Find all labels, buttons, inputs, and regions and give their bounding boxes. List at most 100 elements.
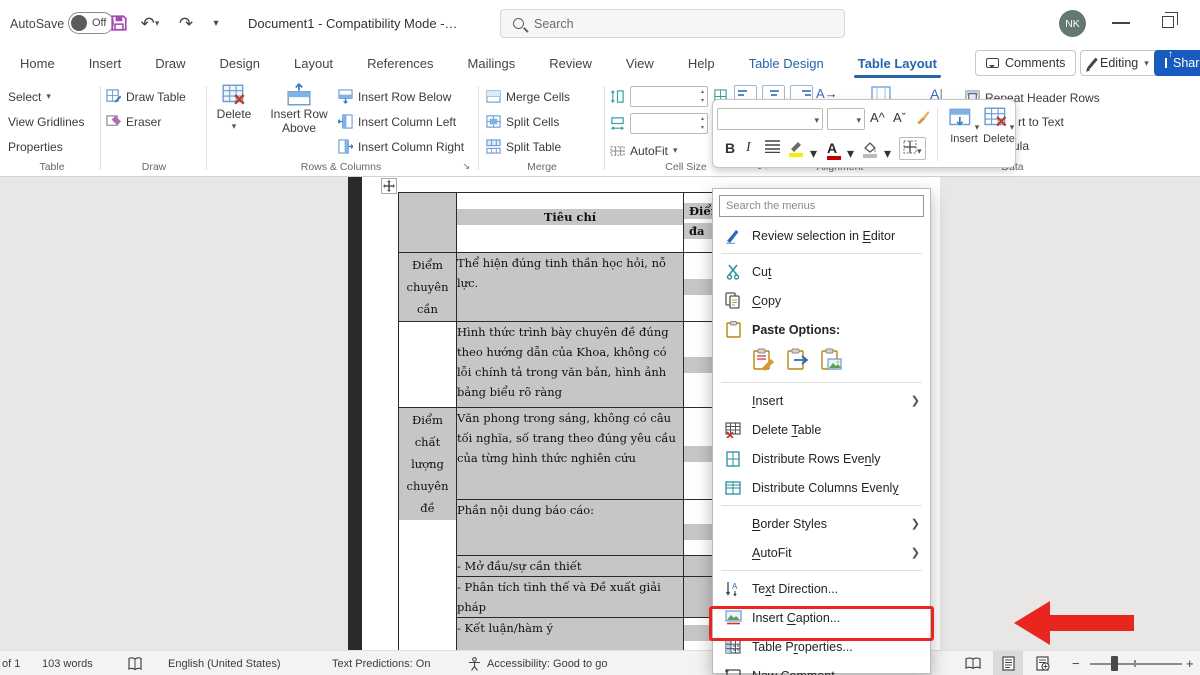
italic-button[interactable]: I xyxy=(746,140,751,156)
print-layout-button[interactable] xyxy=(993,651,1023,675)
tab-view[interactable]: View xyxy=(626,56,654,71)
share-button[interactable]: Share xyxy=(1154,50,1200,76)
zoom-slider-thumb[interactable] xyxy=(1111,656,1118,671)
shading-button[interactable] xyxy=(863,140,877,156)
table-move-handle[interactable] xyxy=(381,178,397,194)
font-size-combo[interactable]: ▾ xyxy=(827,108,865,130)
menu-item-review-selection[interactable]: Review selection in Editor xyxy=(713,221,930,250)
insert-row-below-button[interactable]: Insert Row Below xyxy=(338,84,464,109)
menu-item-new-comment[interactable]: New Comment xyxy=(713,661,930,675)
tab-table-design[interactable]: Table Design xyxy=(749,56,824,71)
group-label-rows-columns: Rows & Columns xyxy=(210,161,472,173)
web-layout-button[interactable] xyxy=(1028,651,1058,675)
menu-item-delete-table[interactable]: Delete Table xyxy=(713,415,930,444)
zoom-in-button[interactable]: + xyxy=(1186,651,1194,675)
menu-item-cut[interactable]: Cut xyxy=(713,257,930,286)
insert-column-left-button[interactable]: Insert Column Left xyxy=(338,109,464,134)
format-painter-button[interactable] xyxy=(916,110,930,127)
row-height-control[interactable]: ▴▾ xyxy=(610,84,728,109)
tab-design[interactable]: Design xyxy=(220,56,260,71)
qat-overflow-button[interactable]: ▾ xyxy=(206,0,226,47)
menu-item-text-direction[interactable]: A Text Direction... xyxy=(713,574,930,603)
undo-button[interactable]: ↶▾ xyxy=(138,0,162,47)
menu-item-distribute-rows[interactable]: Distribute Rows Evenly xyxy=(713,444,930,473)
save-icon[interactable] xyxy=(110,14,128,37)
editing-button[interactable]: Editing ▾ xyxy=(1080,50,1160,76)
menu-item-copy[interactable]: Copy xyxy=(713,286,930,315)
select-button[interactable]: Select▾ xyxy=(8,84,96,109)
restore-icon[interactable] xyxy=(1162,16,1174,28)
autofit-button[interactable]: AutoFit▾ xyxy=(610,138,678,163)
insert-row-above-button[interactable]: Insert RowAbove xyxy=(268,83,330,135)
menu-item-distribute-columns[interactable]: Distribute Columns Evenly xyxy=(713,473,930,502)
tab-help[interactable]: Help xyxy=(688,56,715,71)
tab-layout[interactable]: Layout xyxy=(294,56,333,71)
accessibility-status[interactable]: Accessibility: Good to go xyxy=(487,651,607,675)
eraser-button[interactable]: Eraser xyxy=(106,109,202,134)
paste-merge-icon[interactable] xyxy=(786,348,810,372)
autosave-toggle[interactable]: Off xyxy=(68,12,114,34)
tab-draw[interactable]: Draw xyxy=(155,56,185,71)
line-spacing-icon[interactable] xyxy=(765,140,780,156)
zoom-out-button[interactable]: − xyxy=(1072,651,1080,675)
autofit-icon xyxy=(610,143,625,158)
pencil-icon xyxy=(1087,57,1098,69)
dialog-launcher-icon[interactable]: ↘ xyxy=(462,161,470,172)
table-cell: Thể hiện đúng tinh thần học hỏi, nỗ lực. xyxy=(457,253,684,322)
distribute-rows-icon xyxy=(723,450,743,468)
zoom-slider-track[interactable] xyxy=(1090,663,1182,665)
insert-column-right-icon xyxy=(338,139,353,154)
bold-button[interactable]: B xyxy=(725,140,735,156)
read-mode-button[interactable] xyxy=(958,651,988,675)
delete-cells-button[interactable]: ▾ Delete xyxy=(978,106,1020,145)
font-name-combo[interactable]: ▾ xyxy=(717,108,823,130)
font-color-button[interactable]: A xyxy=(827,140,837,156)
delete-button[interactable]: Delete▾ xyxy=(210,83,258,132)
split-table-button[interactable]: Split Table xyxy=(486,134,598,159)
split-cells-button[interactable]: Split Cells xyxy=(486,109,598,134)
tab-references[interactable]: References xyxy=(367,56,433,71)
view-gridlines-button[interactable]: View Gridlines xyxy=(8,109,96,134)
scissors-icon xyxy=(723,263,743,281)
word-count[interactable]: 103 words xyxy=(42,651,93,675)
language-indicator[interactable]: English (United States) xyxy=(168,651,281,675)
minimize-icon[interactable] xyxy=(1112,22,1130,24)
tab-home[interactable]: Home xyxy=(20,56,55,71)
chevron-down-icon[interactable]: ▾ xyxy=(847,145,854,162)
borders-button[interactable]: ▾ xyxy=(899,137,926,160)
column-width-control[interactable]: ▴▾ xyxy=(610,111,728,136)
draw-table-button[interactable]: Draw Table xyxy=(106,84,202,109)
highlight-button[interactable] xyxy=(789,140,804,158)
chevron-down-icon[interactable]: ▾ xyxy=(810,145,817,162)
title-bar: AutoSave Off ↶▾ ↷ ▾ Document1 - Compatib… xyxy=(0,0,1200,47)
page-indicator[interactable]: of 1 xyxy=(2,651,20,675)
grow-font-button[interactable]: A^ xyxy=(870,110,885,125)
convert-to-text-fragment[interactable]: rt to Text xyxy=(1018,115,1064,129)
menu-search-input[interactable]: Search the menus xyxy=(719,195,924,217)
paste-picture-icon[interactable] xyxy=(820,348,844,372)
paste-keep-formatting-icon[interactable] xyxy=(752,348,776,372)
merge-cells-button[interactable]: Merge Cells xyxy=(486,84,598,109)
shrink-font-button[interactable]: Aˇ xyxy=(893,110,906,125)
clipboard-icon xyxy=(723,321,743,339)
status-bar: of 1 103 words English (United States) T… xyxy=(0,650,1200,675)
chevron-down-icon[interactable]: ▾ xyxy=(884,145,891,162)
tab-review[interactable]: Review xyxy=(549,56,592,71)
text-predictions[interactable]: Text Predictions: On xyxy=(332,651,430,675)
search-box[interactable]: Search xyxy=(500,9,845,38)
ribbon-tab-row: Home Insert Draw Design Layout Reference… xyxy=(0,47,1200,80)
row-height-input[interactable]: ▴▾ xyxy=(630,86,708,107)
avatar[interactable]: NK xyxy=(1059,10,1086,37)
properties-button[interactable]: Properties xyxy=(8,134,96,159)
tab-mailings[interactable]: Mailings xyxy=(468,56,516,71)
menu-item-border-styles[interactable]: Border Styles ❯ xyxy=(713,509,930,538)
tab-insert[interactable]: Insert xyxy=(89,56,122,71)
column-width-input[interactable]: ▴▾ xyxy=(630,113,708,134)
redo-button[interactable]: ↷ xyxy=(176,0,196,47)
menu-item-autofit[interactable]: AutoFit ❯ xyxy=(713,538,930,567)
menu-item-insert[interactable]: Insert ❯ xyxy=(713,386,930,415)
tab-table-layout[interactable]: Table Layout xyxy=(858,56,937,71)
insert-column-right-button[interactable]: Insert Column Right xyxy=(338,134,464,159)
proofing-icon[interactable] xyxy=(128,651,142,675)
comments-button[interactable]: Comments xyxy=(975,50,1076,76)
